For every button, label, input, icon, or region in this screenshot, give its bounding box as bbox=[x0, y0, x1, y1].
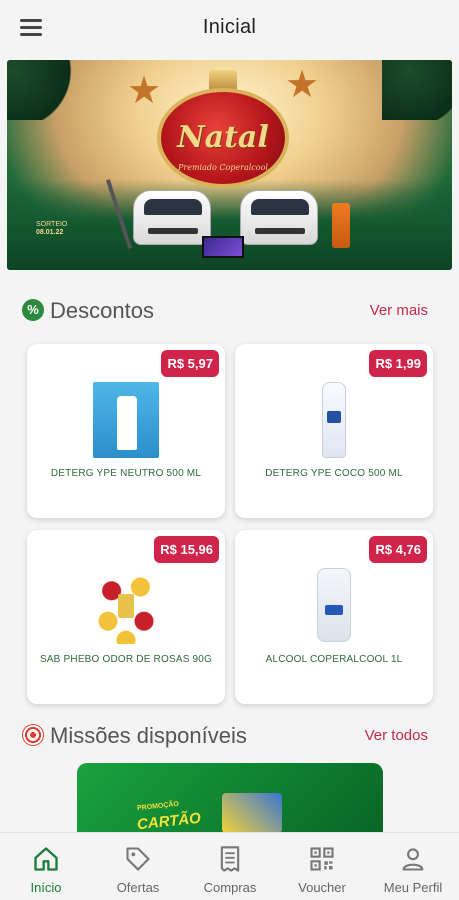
pine-branch-left bbox=[7, 60, 77, 120]
user-icon bbox=[402, 848, 424, 871]
sorteio-date: SORTEIO 08.01.22 bbox=[36, 221, 67, 238]
top-app-bar: Inicial bbox=[0, 0, 459, 56]
receipt-icon bbox=[220, 846, 240, 872]
discounts-title: Descontos bbox=[50, 298, 154, 323]
nav-item-voucher[interactable]: Voucher bbox=[276, 833, 368, 900]
price-badge: R$ 4,76 bbox=[369, 536, 427, 563]
target-icon bbox=[22, 724, 44, 746]
sorteio-label: SORTEIO bbox=[36, 221, 68, 228]
car-image-right bbox=[240, 190, 318, 245]
product-name: DETERG YPE NEUTRO 500 ML bbox=[50, 468, 202, 479]
mission-banner-text: CARTÃO bbox=[136, 809, 202, 834]
nav-item-ofertas[interactable]: Ofertas bbox=[92, 833, 184, 900]
product-card[interactable]: R$ 4,76 ALCOOL COPERALCOOL 1L bbox=[235, 530, 433, 704]
product-name: DETERG YPE COCO 500 ML bbox=[265, 468, 403, 479]
bottom-navigation: Início Ofertas Compras Voucher Meu Perfi… bbox=[0, 832, 459, 900]
price-badge: R$ 1,99 bbox=[369, 350, 427, 377]
tv-image bbox=[202, 236, 244, 258]
product-card[interactable]: R$ 1,99 DETERG YPE COCO 500 ML bbox=[235, 344, 433, 518]
mission-card[interactable]: PROMOÇÃO CARTÃO bbox=[77, 763, 383, 843]
page-title: Inicial bbox=[202, 16, 257, 38]
product-card[interactable]: R$ 5,97 DETERG YPE NEUTRO 500 ML bbox=[27, 344, 225, 518]
nav-label: Voucher bbox=[298, 880, 346, 895]
car-image-left bbox=[133, 190, 211, 245]
qr-code-icon bbox=[310, 847, 334, 871]
nav-label: Meu Perfil bbox=[383, 880, 443, 895]
nav-label: Compras bbox=[203, 880, 257, 895]
tag-icon bbox=[126, 847, 150, 871]
star-ornament-right: ★ bbox=[285, 64, 320, 106]
product-image bbox=[93, 382, 159, 458]
nav-item-inicio[interactable]: Início bbox=[0, 833, 92, 900]
mission-promo-label: PROMOÇÃO bbox=[136, 800, 180, 813]
home-icon bbox=[34, 847, 58, 871]
nav-label: Ofertas bbox=[116, 880, 160, 895]
product-name: SAB PHEBO ODOR DE ROSAS 90G bbox=[39, 654, 213, 665]
product-image bbox=[322, 382, 346, 458]
star-ornament-left: ★ bbox=[127, 70, 162, 112]
see-all-link[interactable]: Ver todos bbox=[365, 727, 428, 744]
see-more-link[interactable]: Ver mais bbox=[370, 302, 428, 319]
discount-percent-icon: % bbox=[22, 299, 44, 321]
pressure-washer-image bbox=[332, 203, 350, 248]
nav-item-meu-perfil[interactable]: Meu Perfil bbox=[367, 833, 459, 900]
discounts-header: % Descontos Ver mais bbox=[22, 298, 442, 324]
product-card[interactable]: R$ 15,96 SAB PHEBO ODOR DE ROSAS 90G bbox=[27, 530, 225, 704]
banner-title: Natal bbox=[177, 120, 269, 155]
sorteio-value: 08.01.22 bbox=[36, 229, 64, 237]
nav-label: Início bbox=[30, 880, 62, 895]
price-badge: R$ 5,97 bbox=[161, 350, 219, 377]
nav-item-compras[interactable]: Compras bbox=[184, 833, 276, 900]
missions-header: Missões disponíveis Ver todos bbox=[22, 723, 442, 749]
pine-branch-right bbox=[382, 60, 452, 120]
banner-subtitle: Premiado Coperalcool bbox=[178, 163, 268, 172]
missions-title: Missões disponíveis bbox=[50, 723, 247, 748]
product-name: ALCOOL COPERALCOOL 1L bbox=[265, 654, 403, 665]
price-badge: R$ 15,96 bbox=[154, 536, 219, 563]
product-image bbox=[317, 568, 351, 642]
product-image bbox=[90, 568, 162, 644]
mission-gift-image bbox=[222, 793, 282, 833]
